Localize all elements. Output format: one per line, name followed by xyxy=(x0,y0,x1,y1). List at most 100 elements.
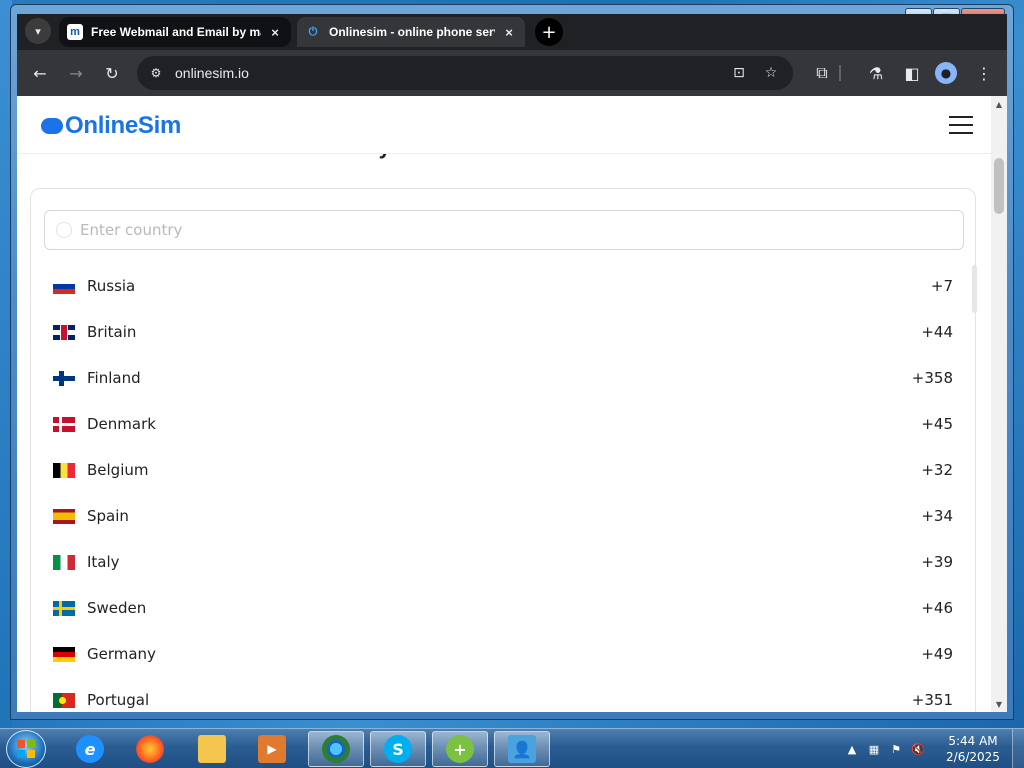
site-info-icon[interactable]: ⚙ xyxy=(147,64,165,82)
windows-taskbar: e ▶ S + 👤 ▲ ▦ ⚑ 🔇 5:44 AM 2/6/2025 xyxy=(0,728,1024,768)
tab-title: Onlinesim - online phone servi xyxy=(329,25,495,39)
taskbar-file-explorer[interactable] xyxy=(184,731,240,767)
flag-spain-icon xyxy=(53,508,75,524)
side-panel-icon[interactable]: ◧ xyxy=(901,62,923,84)
web-page: Try our free virtual numbers OnlineSim R… xyxy=(17,96,991,712)
network-icon[interactable]: ▦ xyxy=(866,741,882,757)
show-desktop-button[interactable] xyxy=(1012,729,1024,768)
labs-flask-icon[interactable]: ⚗ xyxy=(865,62,887,84)
volume-muted-icon[interactable]: 🔇 xyxy=(910,741,926,757)
new-tab-button[interactable]: + xyxy=(535,18,563,46)
country-search[interactable] xyxy=(44,210,964,250)
country-name: Finland xyxy=(87,369,141,387)
toolbar-divider xyxy=(839,65,841,81)
profile-avatar-icon[interactable]: ● xyxy=(935,62,957,84)
flag-sweden-icon xyxy=(53,600,75,616)
media-player-icon: ▶ xyxy=(258,735,286,763)
country-name: Portugal xyxy=(87,691,150,709)
flag-italy-icon xyxy=(53,554,75,570)
scroll-down-icon[interactable]: ▼ xyxy=(995,700,1003,709)
country-row-denmark[interactable]: Denmark +45 xyxy=(31,401,977,447)
install-app-icon[interactable]: ⊡ xyxy=(729,64,749,82)
tab-onlinesim[interactable]: ⏻ Onlinesim - online phone servi × xyxy=(297,17,525,47)
tab-mail[interactable]: m Free Webmail and Email by ma × xyxy=(59,17,291,47)
scroll-thumb[interactable] xyxy=(994,158,1004,214)
page-scrollbar[interactable]: ▲ ▼ xyxy=(991,96,1007,712)
mail-m-icon: m xyxy=(67,24,83,40)
tab-search-button[interactable]: ▾ xyxy=(25,18,51,44)
flag-russia-icon xyxy=(53,278,75,294)
windows-logo-icon xyxy=(17,740,35,758)
add-app-icon: + xyxy=(446,735,474,763)
country-name: Britain xyxy=(87,323,137,341)
bookmark-star-icon[interactable]: ☆ xyxy=(761,64,781,82)
close-tab-icon[interactable]: × xyxy=(501,25,517,40)
chrome-browser: ▾ m Free Webmail and Email by ma × ⏻ Onl… xyxy=(17,14,1007,712)
country-name: Denmark xyxy=(87,415,156,433)
clock-time: 5:44 AM xyxy=(948,734,998,748)
country-row-belgium[interactable]: Belgium +32 xyxy=(31,447,977,493)
dial-code: +44 xyxy=(921,323,953,341)
country-row-germany[interactable]: Germany +49 xyxy=(31,631,977,677)
dial-code: +32 xyxy=(921,461,953,479)
close-tab-icon[interactable]: × xyxy=(267,25,283,40)
back-icon[interactable]: ← xyxy=(29,62,51,84)
country-row-italy[interactable]: Italy +39 xyxy=(31,539,977,585)
address-text[interactable]: onlinesim.io xyxy=(175,65,249,81)
flag-portugal-icon xyxy=(53,692,75,708)
taskbar-chrome[interactable] xyxy=(308,731,364,767)
extensions-icon[interactable]: ⧉ xyxy=(811,62,833,84)
country-name: Sweden xyxy=(87,599,147,617)
country-row-portugal[interactable]: Portugal +351 xyxy=(31,677,977,712)
country-name: Russia xyxy=(87,277,136,295)
start-button[interactable] xyxy=(6,730,46,768)
logo-mark-icon xyxy=(41,115,63,137)
logo-text: OnlineSim xyxy=(65,112,181,139)
country-list-card: Russia +7 Britain +44 Finland +358 Denma… xyxy=(30,188,977,712)
country-name: Belgium xyxy=(87,461,149,479)
country-row-spain[interactable]: Spain +34 xyxy=(31,493,977,539)
reload-icon[interactable]: ↻ xyxy=(101,62,123,84)
country-search-input[interactable] xyxy=(80,219,940,241)
menu-kebab-icon[interactable]: ⋮ xyxy=(973,62,995,84)
skype-icon: S xyxy=(384,735,412,763)
country-row-sweden[interactable]: Sweden +46 xyxy=(31,585,977,631)
tray-expand-icon[interactable]: ▲ xyxy=(844,741,860,757)
taskbar-contacts[interactable]: 👤 xyxy=(494,731,550,767)
flag-belgium-icon xyxy=(53,462,75,478)
dial-code: +34 xyxy=(921,507,953,525)
onlinesim-logo[interactable]: OnlineSim xyxy=(41,112,181,140)
firefox-icon xyxy=(136,735,164,763)
taskbar-clock[interactable]: 5:44 AM 2/6/2025 xyxy=(938,733,1008,765)
address-bar[interactable]: ⚙ onlinesim.io ⊡ ☆ xyxy=(137,56,793,90)
flag-britain-icon xyxy=(53,324,75,340)
hamburger-menu-icon[interactable] xyxy=(949,116,973,134)
taskbar-app-plus[interactable]: + xyxy=(432,731,488,767)
flag-finland-icon xyxy=(53,370,75,386)
tab-title: Free Webmail and Email by ma xyxy=(91,25,261,39)
tab-strip: ▾ m Free Webmail and Email by ma × ⏻ Onl… xyxy=(17,14,1007,50)
flag-germany-icon xyxy=(53,646,75,662)
dial-code: +7 xyxy=(930,277,953,295)
action-center-flag-icon[interactable]: ⚑ xyxy=(888,741,904,757)
taskbar-firefox[interactable] xyxy=(122,731,178,767)
dial-code: +45 xyxy=(921,415,953,433)
dial-code: +39 xyxy=(921,553,953,571)
forward-icon[interactable]: → xyxy=(65,62,87,84)
site-header: OnlineSim xyxy=(17,96,991,154)
chevron-down-icon: ▾ xyxy=(35,24,41,38)
taskbar-internet-explorer[interactable]: e xyxy=(62,731,118,767)
country-list: Russia +7 Britain +44 Finland +358 Denma… xyxy=(31,263,977,712)
country-row-britain[interactable]: Britain +44 xyxy=(31,309,977,355)
dial-code: +358 xyxy=(911,369,953,387)
clock-date: 2/6/2025 xyxy=(946,750,1000,764)
internet-explorer-icon: e xyxy=(76,735,104,763)
scroll-up-icon[interactable]: ▲ xyxy=(995,100,1003,109)
contacts-icon: 👤 xyxy=(508,735,536,763)
country-row-finland[interactable]: Finland +358 xyxy=(31,355,977,401)
chrome-icon xyxy=(322,735,350,763)
country-row-russia[interactable]: Russia +7 xyxy=(31,263,977,309)
dial-code: +49 xyxy=(921,645,953,663)
taskbar-skype[interactable]: S xyxy=(370,731,426,767)
taskbar-media-player[interactable]: ▶ xyxy=(244,731,300,767)
